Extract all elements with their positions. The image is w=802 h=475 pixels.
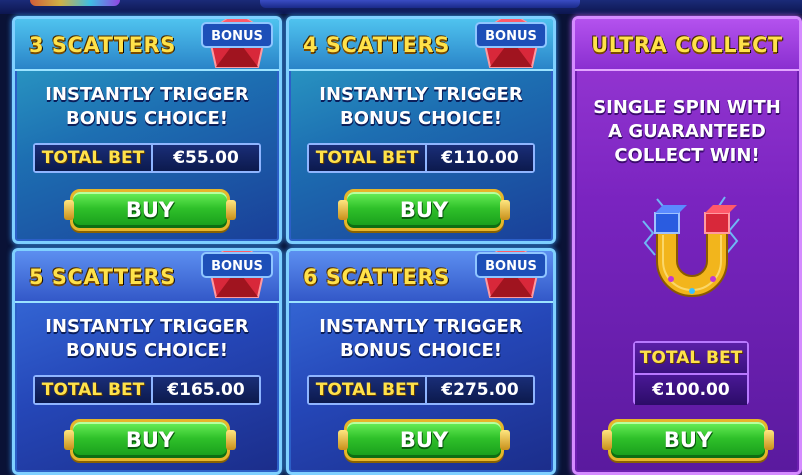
- card-desc-line1: INSTANTLY TRIGGER: [45, 316, 249, 337]
- card-desc-line1: INSTANTLY TRIGGER: [319, 84, 523, 105]
- magnet-icon: [637, 191, 747, 309]
- total-bet-label: TOTAL BET: [309, 145, 427, 171]
- card-desc-line2: BONUS CHOICE!: [66, 108, 228, 129]
- total-bet-label: TOTAL BET: [635, 343, 747, 375]
- total-bet-value: €55.00: [153, 145, 259, 171]
- total-bet-value: €275.00: [427, 377, 533, 403]
- card-desc-line1: INSTANTLY TRIGGER: [45, 84, 249, 105]
- card-title: 4 SCATTERS: [303, 33, 450, 57]
- bonus-gem-icon: BONUS: [200, 251, 274, 309]
- total-bet-label: TOTAL BET: [35, 145, 153, 171]
- bonus-gem-icon: BONUS: [474, 19, 548, 79]
- title-banner: [260, 0, 580, 8]
- card-5-scatters: 5 SCATTERS BONUS INSTANTLY TRIGGER BONUS…: [12, 248, 282, 475]
- card-4-scatters: 4 SCATTERS BONUS INSTANTLY TRIGGER BONUS…: [286, 16, 556, 244]
- svg-text:BONUS: BONUS: [485, 29, 537, 44]
- bonus-gem-icon: BONUS: [474, 251, 548, 309]
- card-6-scatters: 6 SCATTERS BONUS INSTANTLY TRIGGER BONUS…: [286, 248, 556, 475]
- total-bet-row: TOTAL BET €275.00: [307, 375, 535, 405]
- svg-text:BONUS: BONUS: [485, 259, 537, 274]
- total-bet-label: TOTAL BET: [309, 377, 427, 403]
- card-3-scatters: 3 SCATTERS BONUS INSTANTLY TRIGGER BONUS…: [12, 16, 282, 244]
- card-desc-line2: BONUS CHOICE!: [66, 340, 228, 361]
- total-bet-value: €100.00: [635, 375, 747, 405]
- card-desc-line2: BONUS CHOICE!: [340, 340, 502, 361]
- bonus-gem-icon: BONUS: [200, 19, 274, 79]
- card-title: ULTRA COLLECT: [591, 33, 783, 57]
- game-logo: [30, 0, 120, 6]
- ultra-desc-line1: SINGLE SPIN WITH: [593, 97, 781, 118]
- buy-button[interactable]: BUY: [338, 419, 510, 461]
- total-bet-value: €110.00: [427, 145, 533, 171]
- card-title: 3 SCATTERS: [29, 33, 176, 57]
- total-bet-label: TOTAL BET: [35, 377, 153, 403]
- ultra-desc-line2: A GUARANTEED: [608, 121, 766, 142]
- total-bet-value: €165.00: [153, 377, 259, 403]
- total-bet-row: TOTAL BET €165.00: [33, 375, 261, 405]
- total-bet-box: TOTAL BET €100.00: [633, 341, 749, 405]
- ultra-desc-line3: COLLECT WIN!: [614, 145, 760, 166]
- card-title: 5 SCATTERS: [29, 265, 176, 289]
- buy-button[interactable]: BUY: [602, 419, 774, 461]
- svg-text:BONUS: BONUS: [211, 29, 263, 44]
- total-bet-row: TOTAL BET €55.00: [33, 143, 261, 173]
- card-desc-line1: INSTANTLY TRIGGER: [319, 316, 523, 337]
- top-bar: [0, 0, 802, 14]
- buy-button[interactable]: BUY: [64, 189, 236, 231]
- card-desc-line2: BONUS CHOICE!: [340, 108, 502, 129]
- buy-button[interactable]: BUY: [64, 419, 236, 461]
- card-ultra-collect: ULTRA COLLECT SINGLE SPIN WITH A GUARANT…: [572, 16, 802, 475]
- total-bet-row: TOTAL BET €110.00: [307, 143, 535, 173]
- svg-text:BONUS: BONUS: [211, 259, 263, 274]
- buy-button[interactable]: BUY: [338, 189, 510, 231]
- card-title: 6 SCATTERS: [303, 265, 450, 289]
